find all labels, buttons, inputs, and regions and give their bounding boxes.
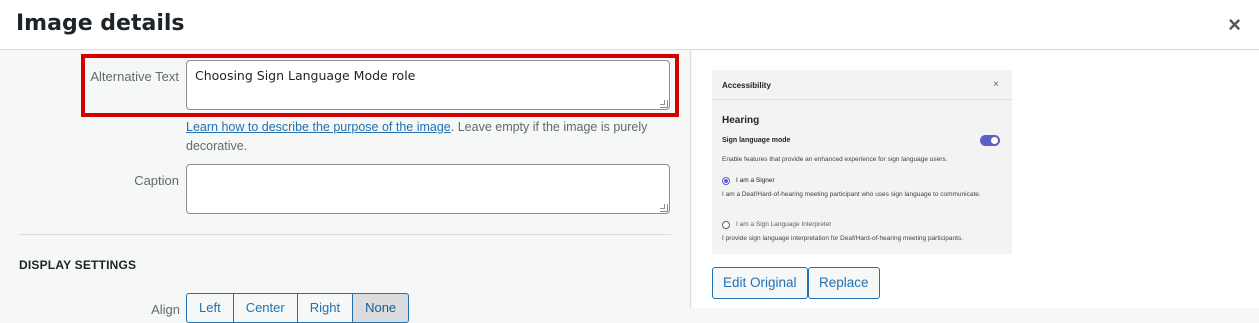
caption-label: Caption bbox=[134, 173, 179, 188]
toggle-on-icon bbox=[980, 135, 1000, 146]
preview-panel-title: Accessibility bbox=[722, 81, 771, 90]
preview-option-interpreter-desc: I provide sign language interpretation f… bbox=[722, 235, 963, 242]
align-label: Align bbox=[151, 302, 180, 317]
describe-purpose-link[interactable]: Learn how to describe the purpose of the… bbox=[186, 120, 451, 134]
preview-sign-mode-label: Sign language mode bbox=[722, 137, 791, 144]
modal-header: Image details × bbox=[0, 0, 1259, 50]
preview-option-signer: I am a Signer bbox=[736, 177, 775, 184]
caption-input[interactable] bbox=[186, 164, 670, 214]
preview-divider bbox=[712, 99, 1012, 100]
image-thumbnail: Accessibility × Hearing Sign language mo… bbox=[712, 70, 1012, 254]
align-none-button[interactable]: None bbox=[352, 293, 410, 323]
align-right-button[interactable]: Right bbox=[296, 293, 354, 323]
align-button-group: Left Center Right None bbox=[186, 293, 410, 323]
divider bbox=[19, 234, 671, 235]
radio-selected-icon bbox=[722, 177, 730, 185]
display-settings-heading: DISPLAY SETTINGS bbox=[19, 258, 137, 272]
alt-text-help: Learn how to describe the purpose of the… bbox=[186, 118, 676, 156]
preview-section-heading: Hearing bbox=[722, 115, 760, 126]
image-preview-panel: Accessibility × Hearing Sign language mo… bbox=[692, 51, 1259, 308]
close-icon[interactable]: × bbox=[1228, 12, 1241, 38]
preview-close-icon: × bbox=[993, 79, 999, 90]
annotation-highlight-box bbox=[81, 54, 679, 117]
modal-title: Image details bbox=[16, 11, 185, 36]
preview-option-interpreter: I am a Sign Language Interpreter bbox=[736, 221, 832, 228]
attachment-settings-panel: Alternative Text Choosing Sign Language … bbox=[0, 51, 691, 323]
radio-unselected-icon bbox=[722, 221, 730, 229]
preview-sign-mode-desc: Enable features that provide an enhanced… bbox=[722, 156, 948, 163]
preview-option-signer-desc: I am a Deaf/Hard-of-hearing meeting part… bbox=[722, 191, 981, 198]
resize-grip-icon[interactable] bbox=[660, 204, 668, 212]
replace-button[interactable]: Replace bbox=[808, 267, 880, 299]
align-center-button[interactable]: Center bbox=[232, 293, 298, 323]
edit-original-button[interactable]: Edit Original bbox=[712, 267, 808, 299]
align-left-button[interactable]: Left bbox=[186, 293, 234, 323]
